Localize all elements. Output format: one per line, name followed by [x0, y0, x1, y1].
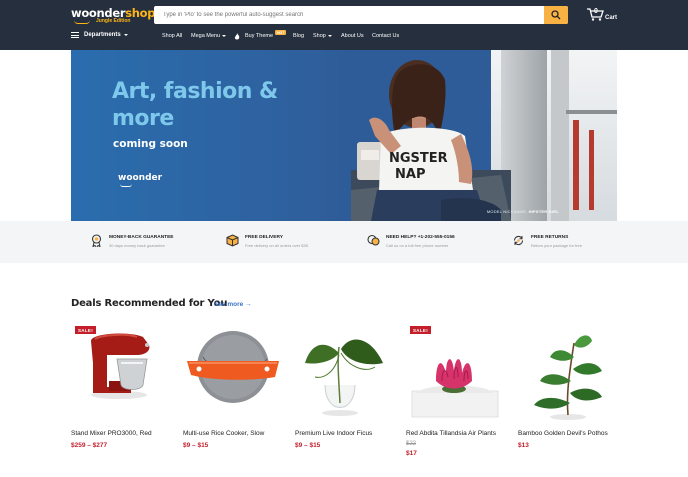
deals-title: Deals Recommended for You: [71, 298, 228, 309]
product-name[interactable]: Premium Live Indoor Ficus: [295, 430, 372, 437]
site-header: woondershop Jungle Edition 0 Cart Depart…: [0, 0, 688, 50]
main-nav: Departments Shop All Mega Menu Buy Theme…: [0, 30, 688, 44]
feature-text: Return your package for free: [531, 243, 582, 248]
caption-prefix: MODEL NICKNAME:: [486, 209, 528, 214]
nav-item-mega-menu[interactable]: Mega Menu: [191, 33, 227, 39]
feature-title: NEED HELP? +1-202-555-0156: [386, 235, 455, 240]
product-image-rice-cooker[interactable]: [183, 323, 283, 423]
hero-banner[interactable]: Art, fashion & more coming soon woonder: [71, 50, 617, 221]
nav-item-label: Mega Menu: [191, 33, 221, 39]
hero-title: Art, fashion & more: [112, 79, 278, 131]
product-name[interactable]: Multi-use Rice Cooker, Slow: [183, 430, 264, 437]
search-icon: [551, 10, 561, 20]
sale-badge: SALE!: [75, 326, 96, 334]
shirt-print-text: NGSTER: [389, 151, 448, 166]
brand-swoosh-icon: [120, 184, 132, 187]
product-image-air-plants[interactable]: [406, 323, 506, 423]
product-card[interactable]: Bamboo Golden Devil's Pothos $13: [518, 323, 628, 463]
product-image-ficus[interactable]: [295, 323, 395, 423]
product-card[interactable]: Multi-use Rice Cooker, Slow $9 – $15: [183, 323, 293, 463]
features-bar: MONEY-BACK GUARANTEE 30 days money back …: [0, 221, 688, 263]
returns-icon: [513, 235, 524, 246]
product-price: $259 – $277: [71, 442, 108, 449]
product-name[interactable]: Stand Mixer PRO3000, Red: [71, 430, 152, 437]
search-button[interactable]: [544, 6, 568, 24]
nav-item-label: Shop: [313, 33, 326, 39]
product-price: $9 – $15: [295, 442, 321, 449]
hero-caption: MODEL NICKNAME: HIPSTER GIRL: [487, 209, 559, 214]
product-old-price: $22: [406, 441, 417, 447]
product-image-pothos[interactable]: [518, 323, 618, 423]
cart-count: 0: [594, 8, 598, 15]
chevron-down-icon: [123, 34, 128, 36]
cart-label: Cart: [605, 15, 618, 21]
nav-item-contact-us[interactable]: Contact Us: [372, 33, 399, 39]
chevron-down-icon: [327, 34, 332, 37]
feature-text: Free delivery on all orders over $35: [245, 243, 308, 248]
product-card[interactable]: SALE! Stand Mixer PRO3000, Red $259 – $2…: [71, 323, 181, 463]
logo-edition: Jungle Edition: [96, 18, 131, 24]
feature-text: Call us on a toll free phone number: [386, 243, 449, 248]
feature-text: 30 days money back guarantee: [109, 243, 165, 248]
feature-title: FREE RETURNS: [531, 235, 569, 240]
nav-item-shop[interactable]: Shop: [313, 33, 332, 39]
nav-item-blog[interactable]: Blog: [293, 33, 304, 39]
search-bar: [154, 6, 568, 24]
chevron-down-icon: [222, 34, 227, 37]
departments-label: Departments: [84, 32, 121, 38]
site-logo[interactable]: woondershop Jungle Edition: [71, 6, 155, 24]
nav-item-buy-theme[interactable]: Buy Theme: [245, 33, 273, 39]
chat-icon: [367, 234, 380, 246]
product-card[interactable]: SALE! Red Abdita Tillandsia Air Plants $…: [406, 323, 516, 463]
hot-badge: HOT: [275, 30, 287, 35]
hamburger-icon: [71, 32, 79, 38]
model-photo: NGSTER NAP: [351, 50, 617, 221]
logo-swoosh-icon: [74, 20, 90, 24]
hero-brand: woonder: [118, 173, 163, 183]
product-image-stand-mixer[interactable]: [71, 323, 171, 423]
fire-icon: [234, 33, 240, 40]
search-input[interactable]: [154, 6, 544, 24]
cart-button[interactable]: 0 Cart: [586, 7, 626, 27]
caption-name: HIPSTER GIRL: [528, 209, 559, 214]
nav-item-about-us[interactable]: About Us: [341, 33, 364, 39]
medal-icon: [91, 234, 102, 247]
feature-title: FREE DELIVERY: [245, 235, 283, 240]
product-price: $13: [518, 442, 529, 449]
product-name[interactable]: Red Abdita Tillandsia Air Plants: [406, 430, 496, 437]
hero-subtitle: coming soon: [113, 138, 188, 150]
departments-menu[interactable]: Departments: [71, 32, 128, 38]
feature-title: MONEY-BACK GUARANTEE: [109, 235, 174, 240]
nav-item-shop-all[interactable]: Shop All: [162, 33, 182, 39]
product-card[interactable]: Premium Live Indoor Ficus $9 – $15: [295, 323, 405, 463]
box-icon: [226, 234, 239, 247]
shirt-print-text: NAP: [395, 167, 425, 182]
product-price: $17: [406, 450, 417, 457]
see-more-link[interactable]: See more →: [214, 301, 252, 308]
product-name[interactable]: Bamboo Golden Devil's Pothos: [518, 430, 608, 437]
product-price: $9 – $15: [183, 442, 209, 449]
sale-badge: SALE!: [410, 326, 431, 334]
